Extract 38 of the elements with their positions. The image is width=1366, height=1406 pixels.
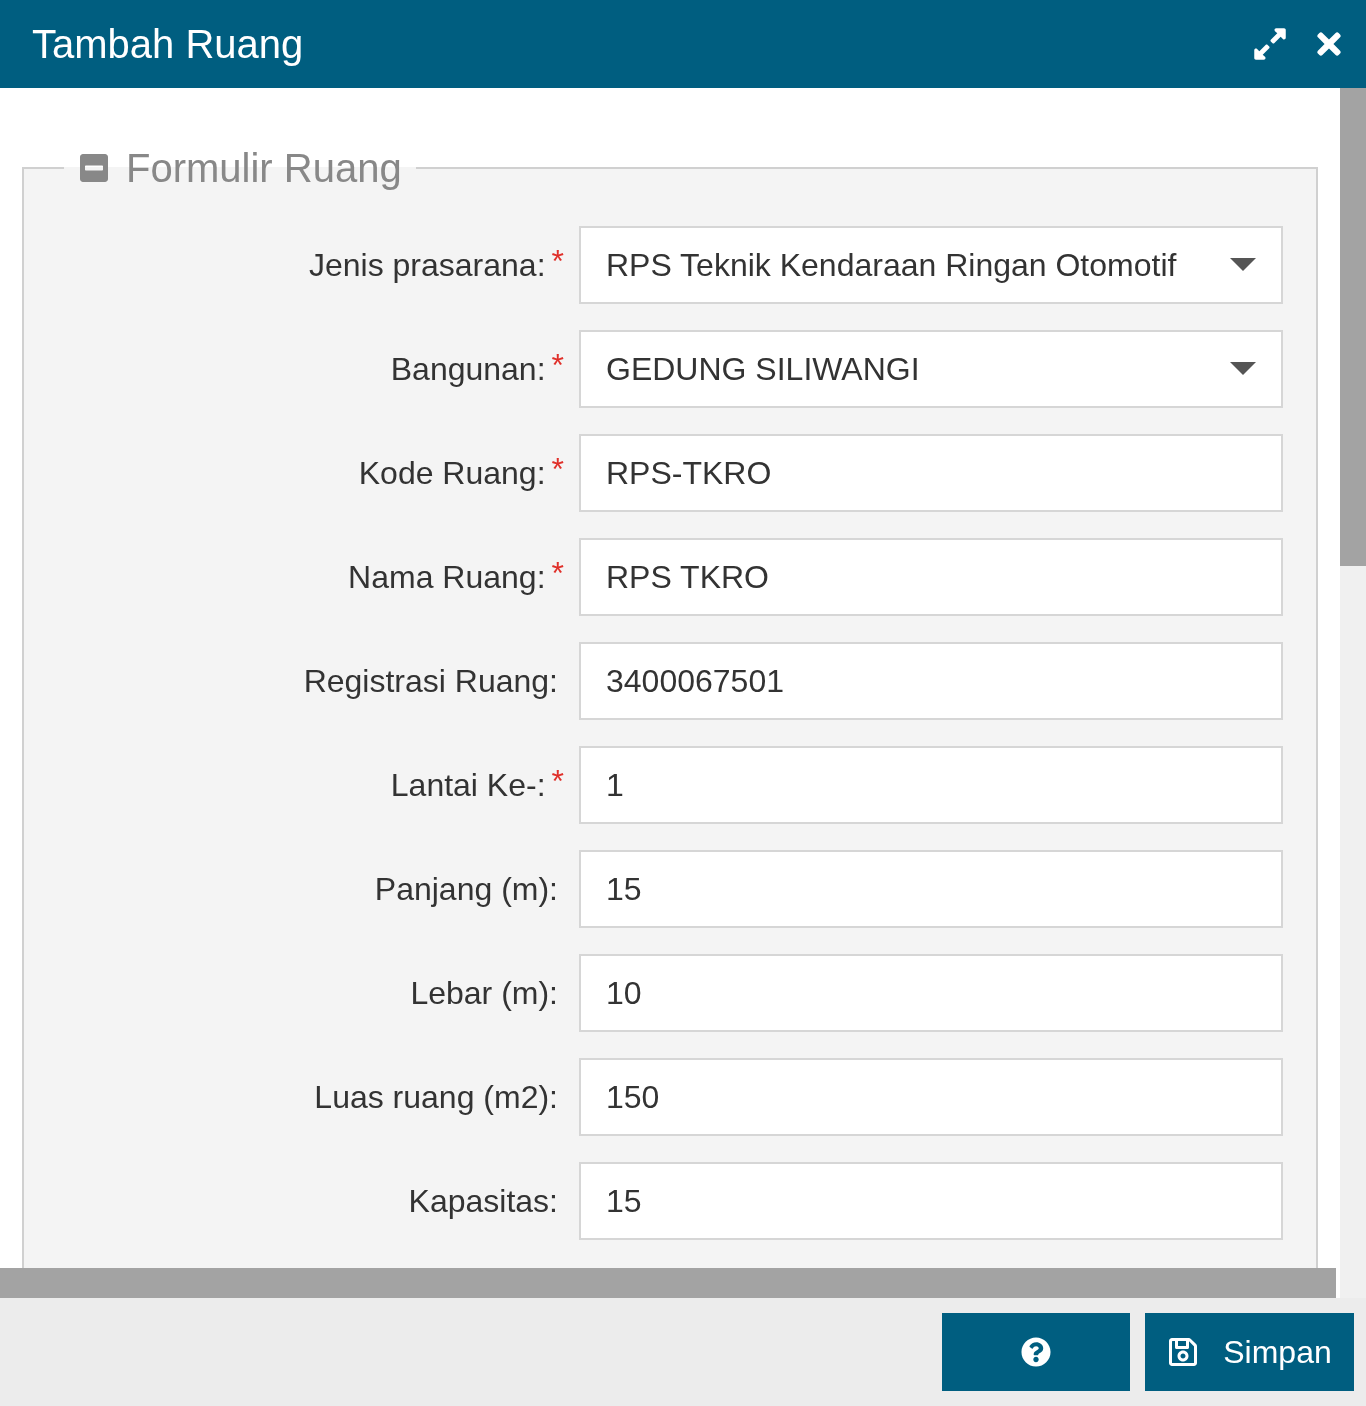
select-field[interactable]: RPS Teknik Kendaraan Ringan Otomotif bbox=[579, 226, 1283, 304]
input-field[interactable]: RPS-TKRO bbox=[579, 434, 1283, 512]
save-icon bbox=[1167, 1336, 1200, 1368]
field-label: Registrasi Ruang: bbox=[303, 662, 558, 701]
input-field[interactable]: 1 bbox=[579, 746, 1283, 824]
field-label: Kode Ruang: bbox=[358, 454, 546, 493]
dropdown-caret-icon bbox=[1230, 362, 1256, 376]
field-label: Jenis prasarana: bbox=[308, 246, 546, 285]
field-label: Bangunan: bbox=[390, 350, 546, 389]
required-mark: * bbox=[551, 557, 564, 589]
input-field[interactable]: 150 bbox=[579, 1058, 1283, 1136]
input-field[interactable]: 3400067501 bbox=[579, 642, 1283, 720]
collapse-toggle[interactable] bbox=[78, 152, 110, 184]
field-label: Lantai Ke-: bbox=[390, 766, 546, 805]
dropdown-caret-icon bbox=[1230, 258, 1256, 272]
field-label: Lebar (m): bbox=[410, 974, 558, 1013]
required-mark: * bbox=[551, 453, 564, 485]
scrollbar-thumb[interactable] bbox=[1340, 88, 1366, 566]
field-label: Luas ruang (m2): bbox=[314, 1078, 558, 1117]
select-field[interactable]: GEDUNG SILIWANGI bbox=[579, 330, 1283, 408]
maximize-button[interactable] bbox=[1252, 26, 1288, 62]
input-field[interactable]: 10 bbox=[579, 954, 1283, 1032]
input-field[interactable]: RPS TKRO bbox=[579, 538, 1283, 616]
input-field[interactable]: 15 bbox=[579, 850, 1283, 928]
field-label: Nama Ruang: bbox=[348, 558, 546, 597]
required-mark: * bbox=[551, 765, 564, 797]
dialog-title: Tambah Ruang bbox=[32, 21, 304, 68]
help-icon bbox=[1021, 1337, 1051, 1367]
required-mark: * bbox=[551, 349, 564, 381]
field-label: Kapasitas: bbox=[408, 1182, 558, 1221]
vertical-scrollbar[interactable] bbox=[1340, 88, 1366, 1298]
input-field[interactable]: 15 bbox=[579, 1162, 1283, 1240]
help-button[interactable] bbox=[942, 1313, 1130, 1391]
panel-legend: Formulir Ruang bbox=[126, 138, 402, 198]
field-label: Panjang (m): bbox=[374, 870, 558, 909]
required-mark: * bbox=[551, 245, 564, 277]
horizontal-scrollbar[interactable] bbox=[0, 1268, 1336, 1298]
save-button[interactable]: Simpan bbox=[1145, 1313, 1354, 1391]
